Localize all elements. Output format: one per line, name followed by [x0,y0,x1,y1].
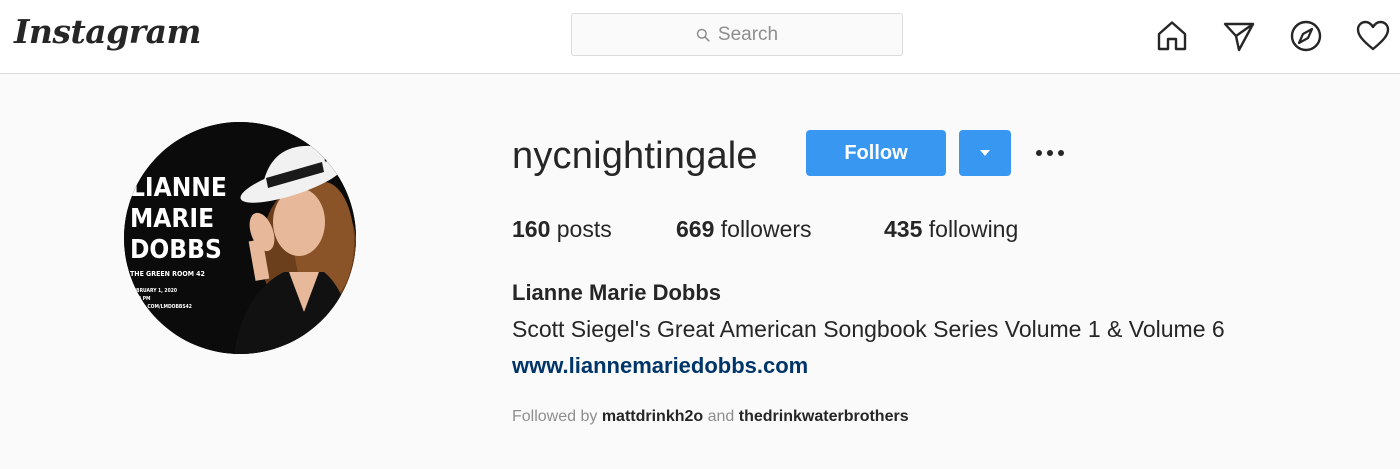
avatar-url: TIX.LL.COM/LMDOBBS42 [130,304,192,310]
chevron-down-icon [980,150,990,156]
followed-by-conjunction: and [707,408,735,425]
home-icon[interactable] [1152,16,1192,56]
posts-stat: 160 posts [512,216,612,243]
profile-bio: Scott Siegel's Great American Songbook S… [512,316,1225,342]
nav-icon-group [1150,16,1395,56]
followers-stat[interactable]: 669 followers [676,216,812,243]
more-dot-icon [1058,150,1064,156]
explore-icon[interactable] [1286,16,1326,56]
avatar-line-2: MARIE [130,204,214,234]
profile-website-link[interactable]: www.liannemariedobbs.com [512,353,808,379]
activity-heart-icon[interactable] [1353,16,1393,56]
suggested-accounts-dropdown-button[interactable] [959,130,1011,176]
more-dot-icon [1036,150,1042,156]
following-label: following [928,216,1019,242]
followed-by-user-link[interactable]: mattdrinkh2o [602,408,703,425]
posts-count: 160 [512,216,551,242]
profile-username: nycnightingale [512,135,758,177]
posts-label: posts [556,216,612,242]
avatar-venue: THE GREEN ROOM 42 [130,270,205,278]
followed-by-user-link[interactable]: thedrinkwaterbrothers [739,408,909,425]
avatar-time: 9:30 PM [130,296,151,302]
search-input[interactable]: Search [571,13,903,56]
followers-count: 669 [676,216,715,242]
avatar-date: FEBRUARY 1, 2020 [130,288,177,294]
instagram-logo[interactable]: Instagram [14,12,201,51]
more-options-button[interactable] [1028,138,1072,168]
following-stat[interactable]: 435 following [884,216,1018,243]
following-count: 435 [884,216,923,242]
followed-by-text: Followed by mattdrinkh2o and thedrinkwat… [512,408,909,426]
avatar-line-3: DOBBS [130,235,222,265]
more-dot-icon [1047,150,1053,156]
top-navigation-bar: Instagram Search [0,0,1400,74]
avatar-line-1: LIANNE [130,173,227,203]
direct-message-icon[interactable] [1219,16,1259,56]
followed-by-prefix: Followed by [512,408,598,425]
profile-avatar[interactable]: LIANNE MARIE DOBBS THE GREEN ROOM 42 FEB… [124,122,356,354]
followers-label: followers [720,216,812,242]
profile-full-name: Lianne Marie Dobbs [512,280,722,305]
follow-button[interactable]: Follow [806,130,946,176]
search-icon [696,28,710,42]
search-placeholder: Search [717,23,779,45]
